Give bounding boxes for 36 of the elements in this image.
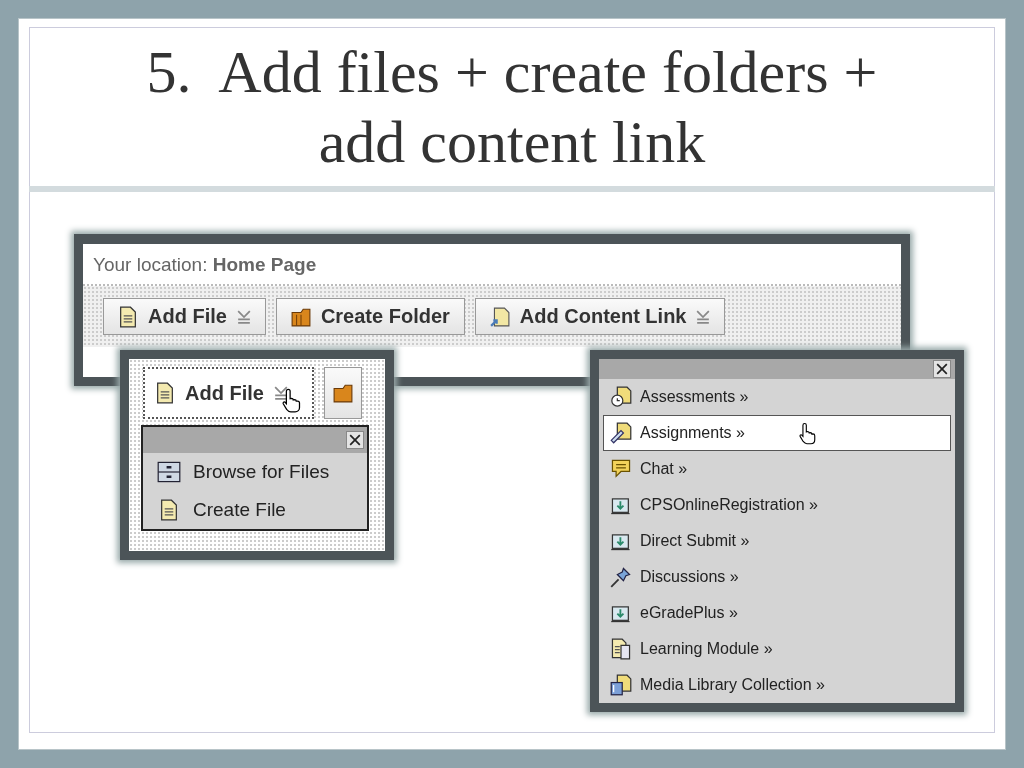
menu-item[interactable]: Direct Submit » [603,523,951,559]
menu-item[interactable]: Assignments » [603,415,951,451]
document-icon [118,305,138,328]
close-button[interactable] [346,431,364,449]
toolbar-button[interactable]: Add Content Link [474,298,726,335]
clock-document-icon [610,386,632,408]
document-link-icon [489,305,510,328]
menu-item[interactable]: Media Library Collection » [603,667,951,703]
hand-cursor-icon [281,387,302,413]
menu-item[interactable]: Browse for Files [143,453,367,491]
close-button[interactable] [933,360,951,378]
hand-cursor-icon [798,421,817,445]
slide-title: 5. Add files + create folders + add content link [145,38,879,177]
pushpin-icon [610,566,632,588]
toolbar-button[interactable]: Create Folder [275,298,465,335]
ruler-document-icon [610,422,632,444]
drawer-icon [157,461,181,483]
folder-icon [332,382,353,404]
caret-icon [236,309,251,324]
media-document-icon [610,674,632,696]
menu-item[interactable]: Create File [143,491,367,529]
menu-item[interactable]: Assessments » [603,379,951,415]
document-icon [155,382,175,404]
toolbar-button[interactable]: Add File [103,298,266,335]
speech-bubble-icon [610,458,632,480]
menu-item[interactable]: Discussions » [603,559,951,595]
toolbar-button[interactable] [323,367,362,419]
pages-icon [610,638,632,660]
location-text: Your location: Home Page [93,254,317,275]
menu-item[interactable]: Chat » [603,451,951,487]
menu-item[interactable]: eGradePlus » [603,595,951,631]
caret-icon [273,386,288,400]
caret-icon [696,309,711,324]
menu-item[interactable]: CPSOnlineRegistration » [603,487,951,523]
menu-item[interactable]: Learning Module » [603,631,951,667]
toolbar-button[interactable]: Add File [143,367,314,419]
